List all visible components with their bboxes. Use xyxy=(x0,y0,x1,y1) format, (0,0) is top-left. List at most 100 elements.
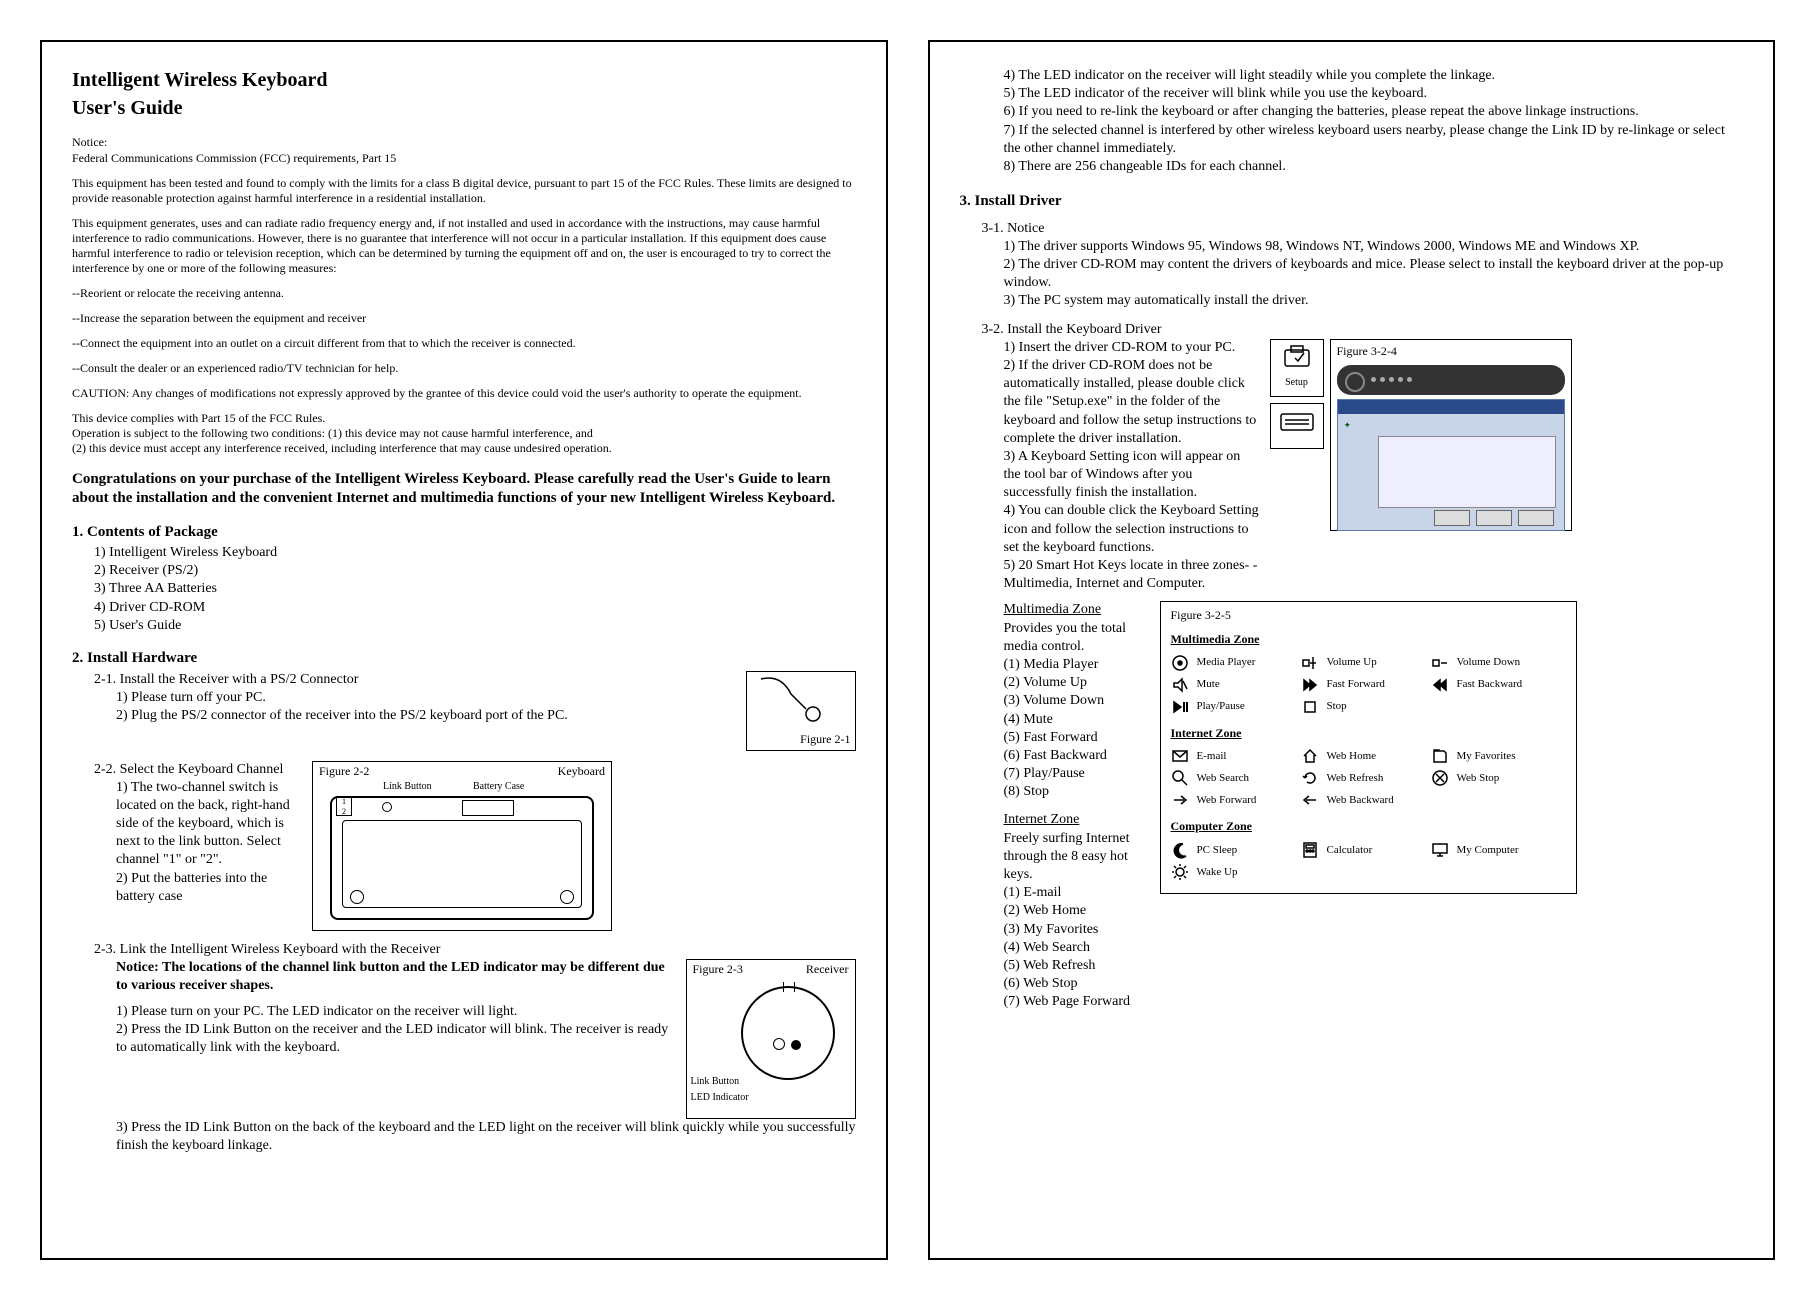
list-item: (5) Fast Forward xyxy=(1004,729,1150,747)
list-item: 3) Press the ID Link Button on the back … xyxy=(116,1119,856,1155)
hotkey-my-computer: My Computer xyxy=(1431,841,1561,859)
page-right: 4) The LED indicator on the receiver wil… xyxy=(928,40,1776,1260)
label-keyboard: Keyboard xyxy=(558,764,605,780)
figure-2-3: Figure 2-3 Receiver Link Button LED Indi… xyxy=(686,959,856,1119)
hotkey-calculator: Calculator xyxy=(1301,841,1431,859)
section-3-2-head: 3-2. Install the Keyboard Driver xyxy=(982,321,1744,339)
list-item: 1) The two-channel switch is located on … xyxy=(116,779,302,870)
list-item: (7) Play/Pause xyxy=(1004,765,1150,783)
hotkey-label: Web Forward xyxy=(1197,793,1257,807)
list-item: 2) Receiver (PS/2) xyxy=(94,562,856,580)
hotkey-web-backward: Web Backward xyxy=(1301,791,1431,809)
figure-2-1: Figure 2-1 xyxy=(746,671,856,751)
section-2-2-head: 2-2. Select the Keyboard Channel xyxy=(94,761,302,779)
fcc-para-1: This equipment has been tested and found… xyxy=(72,176,856,206)
list-item: 7) If the selected channel is interfered… xyxy=(1004,122,1744,158)
fcc-line: Federal Communications Commission (FCC) … xyxy=(72,151,856,166)
list-item: 1) Please turn off your PC. xyxy=(116,689,736,707)
caution: CAUTION: Any changes of modifications no… xyxy=(72,386,856,401)
fcc-bullet: --Connect the equipment into an outlet o… xyxy=(72,336,856,351)
figure-label: Figure 2-1 xyxy=(800,732,850,748)
label-link-button: Link Button xyxy=(691,1075,740,1088)
list-item: (4) Web Search xyxy=(1004,939,1150,957)
multimedia-zone-sub: Provides you the total media control. xyxy=(1004,620,1150,656)
hotkey-web-refresh: Web Refresh xyxy=(1301,769,1431,787)
list-item: (4) Mute xyxy=(1004,711,1150,729)
label-battery-case: Battery Case xyxy=(473,780,524,793)
section-2-3-head: 2-3. Link the Intelligent Wireless Keybo… xyxy=(94,941,856,959)
hotkey-zone-title: Computer Zone xyxy=(1171,819,1566,835)
list-item: 1) Insert the driver CD-ROM to your PC. xyxy=(1004,339,1260,357)
keyboard-icon xyxy=(1270,403,1324,449)
fcc-para-2: This equipment generates, uses and can r… xyxy=(72,216,856,276)
fcc-bullet: --Consult the dealer or an experienced r… xyxy=(72,361,856,376)
complies-1: This device complies with Part 15 of the… xyxy=(72,411,856,426)
hotkey-zone-title: Multimedia Zone xyxy=(1171,632,1566,648)
hotkey-label: Web Home xyxy=(1327,749,1377,763)
figure-3-2-4: Figure 3-2-4 ✦ xyxy=(1330,339,1572,531)
hotkey-label: Fast Forward xyxy=(1327,677,1385,691)
list-item: 2) The driver CD-ROM may content the dri… xyxy=(1004,256,1744,292)
hotkey-label: E-mail xyxy=(1197,749,1227,763)
hotkey-label: Volume Up xyxy=(1327,655,1377,669)
hotkey-zone-title: Internet Zone xyxy=(1171,726,1566,742)
list-item: (6) Fast Backward xyxy=(1004,747,1150,765)
page-left: Intelligent Wireless Keyboard User's Gui… xyxy=(40,40,888,1260)
list-item: 1) The driver supports Windows 95, Windo… xyxy=(1004,238,1744,256)
list-item: 1) Intelligent Wireless Keyboard xyxy=(94,544,856,562)
list-item: (3) Volume Down xyxy=(1004,692,1150,710)
list-item: 4) You can double click the Keyboard Set… xyxy=(1004,502,1260,557)
hotkey-web-forward: Web Forward xyxy=(1171,791,1301,809)
hotkey-media-player: Media Player xyxy=(1171,654,1301,672)
multimedia-zone-head: Multimedia Zone xyxy=(1004,601,1150,619)
hotkey-label: PC Sleep xyxy=(1197,843,1238,857)
section-2-1-head: 2-1. Install the Receiver with a PS/2 Co… xyxy=(94,671,736,689)
list-item: (7) Web Page Forward xyxy=(1004,993,1150,1011)
list-item: 5) User's Guide xyxy=(94,617,856,635)
hotkey-web-search: Web Search xyxy=(1171,769,1301,787)
list-item: (3) My Favorites xyxy=(1004,921,1150,939)
hotkey-label: Media Player xyxy=(1197,655,1256,669)
section-3-head: 3. Install Driver xyxy=(960,192,1744,212)
hotkey-label: Stop xyxy=(1327,699,1347,713)
notice-label: Notice: xyxy=(72,135,856,151)
list-item: 3) A Keyboard Setting icon will appear o… xyxy=(1004,448,1260,503)
hotkey-label: My Favorites xyxy=(1457,749,1516,763)
list-item: (2) Volume Up xyxy=(1004,674,1150,692)
hotkey-play-pause: Play/Pause xyxy=(1171,698,1301,716)
list-item: 5) The LED indicator of the receiver wil… xyxy=(1004,85,1744,103)
hotkey-my-favorites: My Favorites xyxy=(1431,747,1561,765)
list-item: 2) Press the ID Link Button on the recei… xyxy=(116,1021,676,1057)
label-link-button: Link Button xyxy=(383,780,432,793)
congrats: Congratulations on your purchase of the … xyxy=(72,470,856,509)
hotkey-label: Web Refresh xyxy=(1327,771,1384,785)
hotkey-volume-down: Volume Down xyxy=(1431,654,1561,672)
hotkey-email: E-mail xyxy=(1171,747,1301,765)
hotkey-wake-up: Wake Up xyxy=(1171,863,1301,881)
list-item: 6) If you need to re-link the keyboard o… xyxy=(1004,103,1744,121)
setup-icon: Setup xyxy=(1270,339,1324,397)
setup-icon-label: Setup xyxy=(1275,376,1319,389)
hotkey-pc-sleep: PC Sleep xyxy=(1171,841,1301,859)
label-led-indicator: LED Indicator xyxy=(691,1091,749,1104)
section-2-head: 2. Install Hardware xyxy=(72,649,856,669)
list-item: 3) Three AA Batteries xyxy=(94,580,856,598)
list-item: (8) Stop xyxy=(1004,783,1150,801)
fcc-bullet: --Reorient or relocate the receiving ant… xyxy=(72,286,856,301)
list-item: 2) Put the batteries into the battery ca… xyxy=(116,870,302,906)
hotkey-label: Volume Down xyxy=(1457,655,1521,669)
section-1-head: 1. Contents of Package xyxy=(72,523,856,543)
hotkey-label: Calculator xyxy=(1327,843,1373,857)
hotkey-fast-backward: Fast Backward xyxy=(1431,676,1561,694)
list-item: (6) Web Stop xyxy=(1004,975,1150,993)
hotkey-label: Fast Backward xyxy=(1457,677,1523,691)
complies-3: (2) this device must accept any interfer… xyxy=(72,441,856,456)
list-item: 4) The LED indicator on the receiver wil… xyxy=(1004,67,1744,85)
internet-zone-sub: Freely surfing Internet through the 8 ea… xyxy=(1004,830,1150,885)
figure-3-2-5: Figure 3-2-5 Multimedia Zone Media Playe… xyxy=(1160,601,1577,893)
figure-label: Figure 3-2-5 xyxy=(1171,608,1566,624)
section-2-3-notice: Notice: The locations of the channel lin… xyxy=(116,959,676,995)
complies-2: Operation is subject to the following tw… xyxy=(72,426,856,441)
hotkey-label: Web Backward xyxy=(1327,793,1394,807)
doc-title-2: User's Guide xyxy=(72,95,856,121)
